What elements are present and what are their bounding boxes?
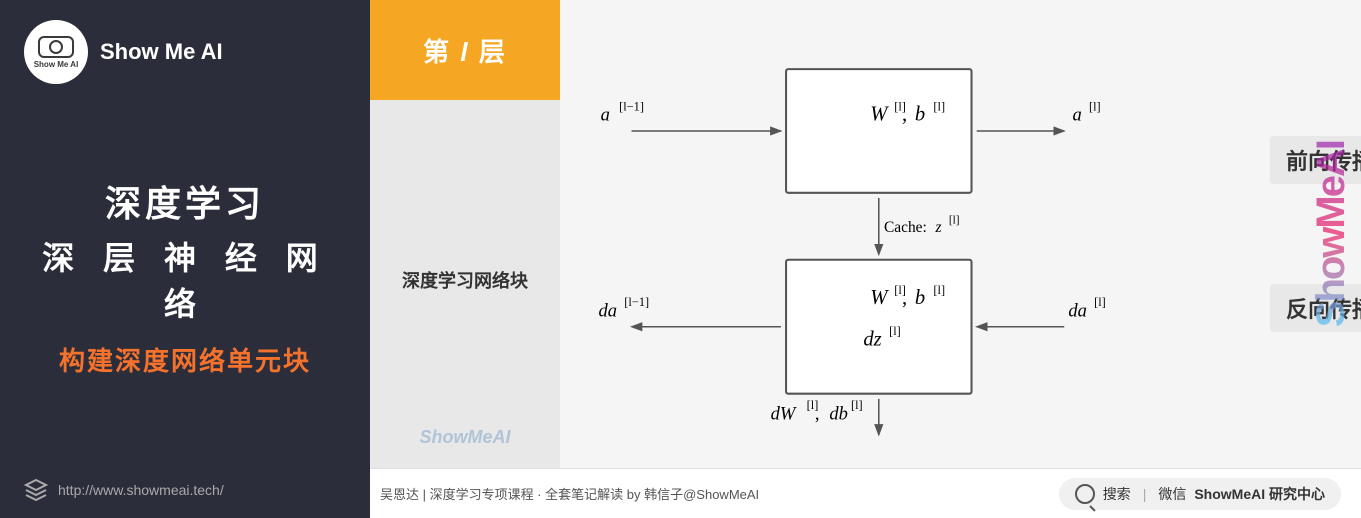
search-label: 搜索: [1103, 484, 1131, 504]
svg-text:dz: dz: [863, 328, 881, 350]
diagram-area: 第 l 层 深度学习网络块 ShowMeAI W [l] , b [l]: [370, 0, 1361, 468]
layer-body: 深度学习网络块 ShowMeAI: [370, 100, 560, 468]
main-container: Show Me AI Show Me AI 深度学习 深 层 神 经 网 络 构…: [0, 0, 1361, 518]
svg-text:[l]: [l]: [933, 99, 945, 113]
svg-text:[l]: [l]: [1089, 99, 1101, 113]
footer-left-text: 吴恩达 | 深度学习专项课程 · 全套笔记解读 by 韩信子@ShowMeAI: [380, 484, 759, 503]
right-panel: 第 l 层 深度学习网络块 ShowMeAI W [l] , b [l]: [370, 0, 1361, 518]
website-url: http://www.showmeai.tech/: [58, 482, 224, 498]
footer-divider: |: [1143, 486, 1147, 502]
search-icon: [1075, 484, 1095, 504]
title-line2: 深 层 神 经 网 络: [24, 233, 346, 325]
svg-text:Cache:: Cache:: [884, 219, 927, 236]
layer-column: 第 l 层 深度学习网络块 ShowMeAI: [370, 0, 560, 468]
logo-icon: [38, 36, 74, 58]
svg-text:[l]: [l]: [889, 324, 901, 338]
footer: 吴恩达 | 深度学习专项课程 · 全套笔记解读 by 韩信子@ShowMeAI …: [370, 468, 1361, 518]
svg-text:W: W: [870, 104, 889, 126]
svg-text:[l]: [l]: [851, 398, 863, 412]
svg-text:[l]: [l]: [1094, 295, 1106, 309]
logo-text-small: Show Me AI: [34, 60, 79, 69]
svg-text:,: ,: [902, 287, 907, 309]
svg-text:[l]: [l]: [933, 283, 945, 297]
backward-direction: 反向传播: [1270, 284, 1361, 332]
layer-watermark: ShowMeAI: [419, 427, 510, 448]
svg-text:[l]: [l]: [949, 215, 960, 227]
svg-text:da: da: [599, 300, 618, 321]
footer-right[interactable]: 搜索 | 微信 ShowMeAI 研究中心: [1059, 478, 1341, 510]
logo-area: Show Me AI Show Me AI: [24, 20, 346, 84]
link-icon: [24, 478, 48, 502]
svg-text:[l−1]: [l−1]: [624, 295, 649, 309]
bottom-link[interactable]: http://www.showmeai.tech/: [24, 478, 346, 502]
footer-brand: ShowMeAI 研究中心: [1194, 484, 1325, 504]
svg-text:W: W: [870, 287, 889, 309]
left-panel: Show Me AI Show Me AI 深度学习 深 层 神 经 网 络 构…: [0, 0, 370, 518]
logo-circle: Show Me AI: [24, 20, 88, 84]
network-diagram: W [l] , b [l] a [l−1] a [l] Cache:: [560, 0, 1260, 468]
forward-label: 前向传播: [1270, 136, 1361, 184]
svg-text:[l−1]: [l−1]: [619, 99, 644, 113]
svg-text:a: a: [1072, 105, 1081, 126]
svg-text:dW: dW: [771, 403, 797, 424]
logo-label: Show Me AI: [100, 38, 223, 67]
svg-text:db: db: [829, 403, 848, 424]
svg-text:b: b: [915, 287, 925, 309]
svg-text:,: ,: [815, 403, 820, 424]
svg-text:z: z: [934, 219, 941, 236]
title-section: 深度学习 深 层 神 经 网 络 构建深度网络单元块: [24, 175, 346, 378]
layer-header-text: 第 l 层: [423, 32, 507, 69]
title-line1: 深度学习: [24, 175, 346, 227]
svg-text:a: a: [601, 105, 610, 126]
backward-label: 反向传播: [1270, 284, 1361, 332]
svg-text:b: b: [915, 104, 925, 126]
layer-body-label: 深度学习网络块: [402, 267, 528, 293]
diagram-svg: W [l] , b [l] a [l−1] a [l] Cache:: [580, 24, 1260, 444]
forward-direction: 前向传播: [1270, 136, 1361, 184]
wechat-label: 微信: [1158, 484, 1186, 504]
layer-header: 第 l 层: [370, 0, 560, 100]
svg-text:da: da: [1068, 300, 1087, 321]
subtitle: 构建深度网络单元块: [24, 341, 346, 378]
svg-text:,: ,: [902, 104, 907, 126]
right-labels: 前向传播 反向传播: [1260, 0, 1361, 468]
